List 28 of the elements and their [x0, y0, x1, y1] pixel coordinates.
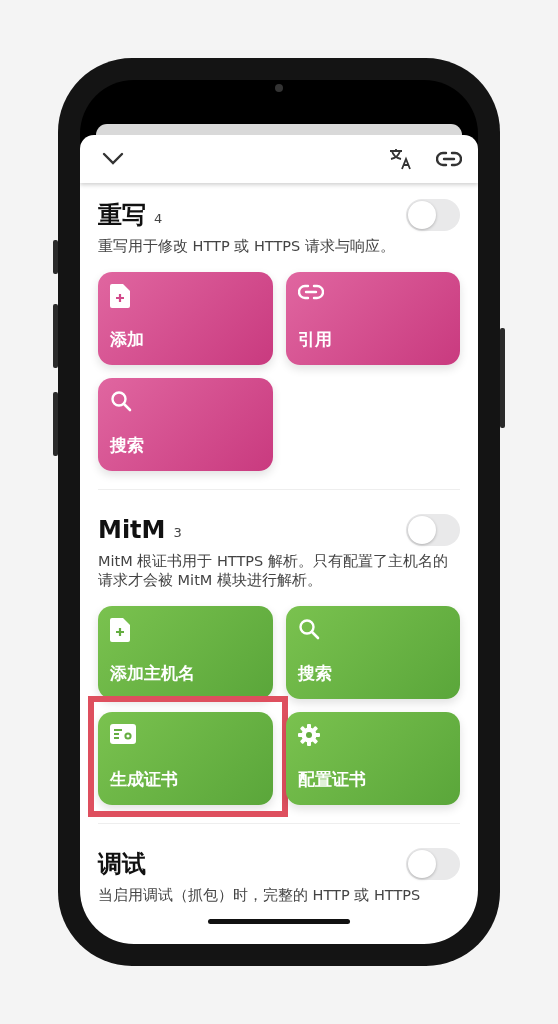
toggle-switch[interactable] — [406, 199, 460, 231]
action-tile[interactable]: 配置证书 — [285, 711, 460, 805]
section-title: MitM — [98, 515, 166, 544]
section-title: 重写 — [98, 200, 146, 231]
section-description: MitM 根证书用于 HTTPS 解析。只有配置了主机名的请求才会被 MitM 模块进行解析。 — [98, 551, 449, 590]
link-icon[interactable] — [436, 151, 462, 167]
action-tile[interactable]: 添加 — [98, 271, 273, 365]
item-count: 3 — [173, 525, 182, 541]
toggle-switch[interactable] — [406, 847, 460, 880]
file-plus-icon — [110, 617, 130, 642]
item-count: 4 — [154, 210, 163, 226]
gear-icon — [297, 723, 320, 746]
section-title: 调试 — [98, 848, 146, 880]
action-tile[interactable]: 添加主机名 — [98, 605, 273, 699]
section-description: 当启用调试（抓包）时，完整的 HTTP 或 HTTPS — [98, 885, 422, 905]
chevron-down-icon[interactable] — [102, 152, 124, 166]
section-description: 重写用于修改 HTTP 或 HTTPS 请求与响应。 — [98, 237, 396, 256]
translate-icon[interactable] — [388, 147, 414, 171]
action-tile[interactable]: 搜索 — [98, 377, 273, 471]
action-tile[interactable]: 引用 — [285, 271, 460, 365]
card-icon — [110, 723, 136, 744]
camera-dot — [275, 84, 283, 92]
search-icon — [110, 389, 132, 412]
toggle-switch[interactable] — [406, 513, 460, 546]
file-plus-icon — [110, 283, 130, 308]
action-tile[interactable]: 生成证书 — [98, 711, 273, 805]
action-tile[interactable]: 搜索 — [285, 605, 460, 699]
search-icon — [297, 617, 320, 640]
